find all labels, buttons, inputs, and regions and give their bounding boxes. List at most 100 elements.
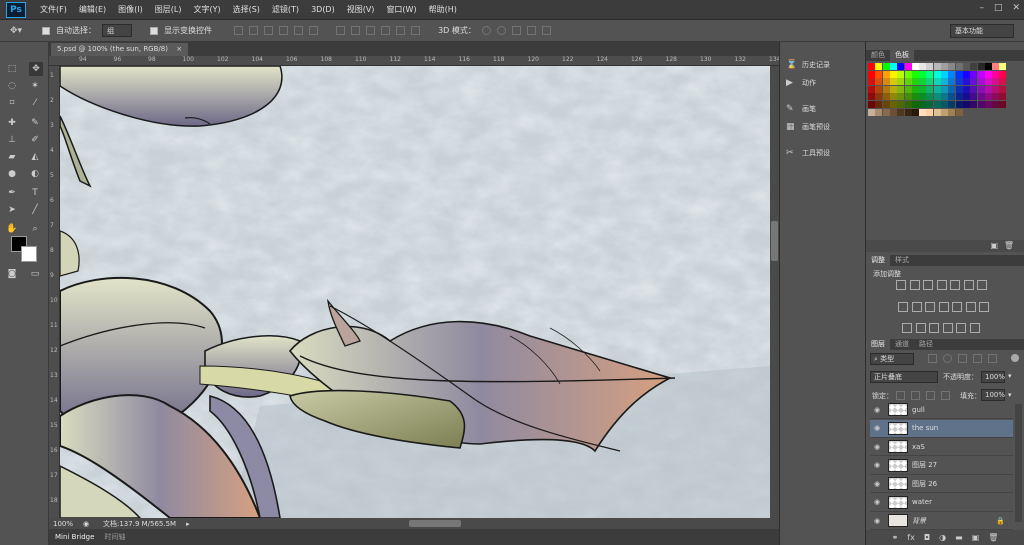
- swatch-chip[interactable]: [962, 93, 970, 101]
- status-menu-arrow-icon[interactable]: ▸: [176, 520, 190, 528]
- swatch-chip[interactable]: [875, 78, 883, 86]
- swatch-chip[interactable]: [897, 101, 905, 108]
- swatch-chip[interactable]: [977, 63, 985, 70]
- swatch-chip[interactable]: [955, 63, 963, 70]
- scale-3d-icon[interactable]: [541, 26, 551, 35]
- swatch-chip[interactable]: [904, 63, 912, 70]
- exposure-icon[interactable]: [936, 280, 947, 290]
- swatch-chip[interactable]: [868, 108, 875, 116]
- tab-channels[interactable]: 通道: [890, 339, 914, 350]
- swatch-chip[interactable]: [999, 70, 1007, 78]
- lock-pixels-icon[interactable]: [911, 391, 920, 400]
- menu-type[interactable]: 文字(Y): [187, 0, 226, 20]
- distribute-right-icon[interactable]: [411, 26, 421, 35]
- document-tab[interactable]: 5.psd @ 100% (the sun, RGB/8) ×: [51, 43, 189, 56]
- swatch-chip[interactable]: [911, 70, 919, 78]
- swatch-chip[interactable]: [933, 63, 941, 70]
- swatch-chip[interactable]: [962, 63, 970, 70]
- swatch-chip[interactable]: [992, 78, 1000, 86]
- swatch-chip[interactable]: [868, 85, 875, 93]
- menu-view[interactable]: 视图(V): [341, 0, 381, 20]
- channel-mixer-icon[interactable]: [952, 302, 962, 312]
- rotate-3d-icon[interactable]: [481, 26, 491, 35]
- new-swatch-icon[interactable]: ▣: [990, 241, 998, 250]
- color-balance-icon[interactable]: [911, 302, 922, 312]
- swatch-chip[interactable]: [984, 70, 992, 78]
- new-adjustment-icon[interactable]: ◑: [939, 533, 946, 542]
- swatch-chip[interactable]: [926, 63, 934, 70]
- align-left-icon[interactable]: [279, 26, 289, 35]
- filter-type-icon[interactable]: [958, 354, 967, 363]
- tab-adjustments[interactable]: 调整: [866, 255, 890, 266]
- layer-visibility-icon[interactable]: ◉: [870, 461, 884, 469]
- swatch-chip[interactable]: [984, 78, 992, 86]
- swatch-chip[interactable]: [897, 93, 905, 101]
- swatch-chip[interactable]: [955, 101, 963, 108]
- swatch-chip[interactable]: [992, 85, 1000, 93]
- swatch-chip[interactable]: [904, 85, 912, 93]
- swatch-chip[interactable]: [970, 93, 978, 101]
- swatch-chip[interactable]: [889, 78, 897, 86]
- tab-color[interactable]: 颜色: [866, 50, 890, 61]
- swatch-chip[interactable]: [882, 93, 890, 101]
- filter-toggle-icon[interactable]: [1011, 354, 1019, 362]
- swatch-chip[interactable]: [992, 101, 1000, 108]
- swatch-chip[interactable]: [875, 70, 883, 78]
- dock-item-tool-presets[interactable]: ✂ 工具预设: [786, 148, 830, 158]
- menu-layer[interactable]: 图层(L): [149, 0, 188, 20]
- distribute-bottom-icon[interactable]: [366, 26, 376, 35]
- marquee-tool-icon[interactable]: ⬚: [6, 63, 18, 75]
- menu-filter[interactable]: 滤镜(T): [266, 0, 305, 20]
- swatch-chip[interactable]: [955, 70, 963, 78]
- swatch-chip[interactable]: [919, 101, 927, 108]
- document-canvas[interactable]: [60, 66, 770, 518]
- swatch-chip[interactable]: [868, 101, 875, 108]
- lock-transparent-icon[interactable]: [896, 391, 905, 400]
- posterize-icon[interactable]: [902, 323, 912, 333]
- layer-row[interactable]: ◉ the sun: [870, 419, 1013, 438]
- line-tool-icon[interactable]: ╱: [29, 204, 41, 216]
- swatch-chip[interactable]: [933, 101, 941, 108]
- vertical-scrollbar[interactable]: [770, 66, 779, 518]
- swatch-chip[interactable]: [889, 108, 897, 116]
- invert-icon[interactable]: [977, 280, 987, 290]
- type-tool-icon[interactable]: T: [29, 187, 41, 199]
- swatch-chip[interactable]: [977, 78, 985, 86]
- swatch-chip[interactable]: [970, 70, 978, 78]
- dock-item-actions[interactable]: ▶ 动作: [786, 78, 816, 88]
- auto-select-checkbox[interactable]: [42, 26, 51, 35]
- tab-timeline[interactable]: 时间轴: [104, 532, 125, 542]
- layer-visibility-icon[interactable]: ◉: [870, 406, 884, 414]
- swatch-chip[interactable]: [919, 63, 927, 70]
- swatch-chip[interactable]: [911, 78, 919, 86]
- delete-swatch-icon[interactable]: 🗑: [1004, 241, 1014, 250]
- menu-image[interactable]: 图像(I): [112, 0, 149, 20]
- curves-icon[interactable]: [923, 280, 933, 290]
- swatch-chip[interactable]: [999, 108, 1007, 116]
- align-right-icon[interactable]: [309, 26, 319, 35]
- status-info-icon[interactable]: ◉: [83, 520, 95, 528]
- blend-mode-dropdown[interactable]: 正片叠底: [870, 371, 938, 383]
- quick-mask-icon[interactable]: ◙: [6, 268, 18, 280]
- align-bottom-icon[interactable]: [264, 26, 274, 35]
- layer-row[interactable]: ◉ 背景 🔒: [870, 512, 1013, 530]
- swatch-chip[interactable]: [955, 108, 963, 116]
- healing-brush-tool-icon[interactable]: ✚: [6, 117, 18, 129]
- move-tool-preset-icon[interactable]: ✥▾: [10, 26, 22, 36]
- swatch-chip[interactable]: [904, 101, 912, 108]
- zoom-tool-icon[interactable]: ⌕: [29, 223, 41, 235]
- swatch-chip[interactable]: [970, 85, 978, 93]
- swatch-chip[interactable]: [889, 93, 897, 101]
- swatch-chip[interactable]: [933, 93, 941, 101]
- swatch-chip[interactable]: [875, 93, 883, 101]
- swatch-chip[interactable]: [962, 101, 970, 108]
- swatch-chip[interactable]: [984, 101, 992, 108]
- filter-smart-icon[interactable]: [988, 354, 997, 363]
- slide-3d-icon[interactable]: [526, 26, 536, 35]
- dodge-tool-icon[interactable]: ◐: [29, 168, 41, 180]
- swatch-chip[interactable]: [948, 78, 956, 86]
- swatch-chip[interactable]: [919, 78, 927, 86]
- dock-item-history[interactable]: ⌛ 历史记录: [786, 60, 830, 70]
- swatch-chip[interactable]: [941, 70, 948, 78]
- tab-styles[interactable]: 样式: [890, 255, 914, 266]
